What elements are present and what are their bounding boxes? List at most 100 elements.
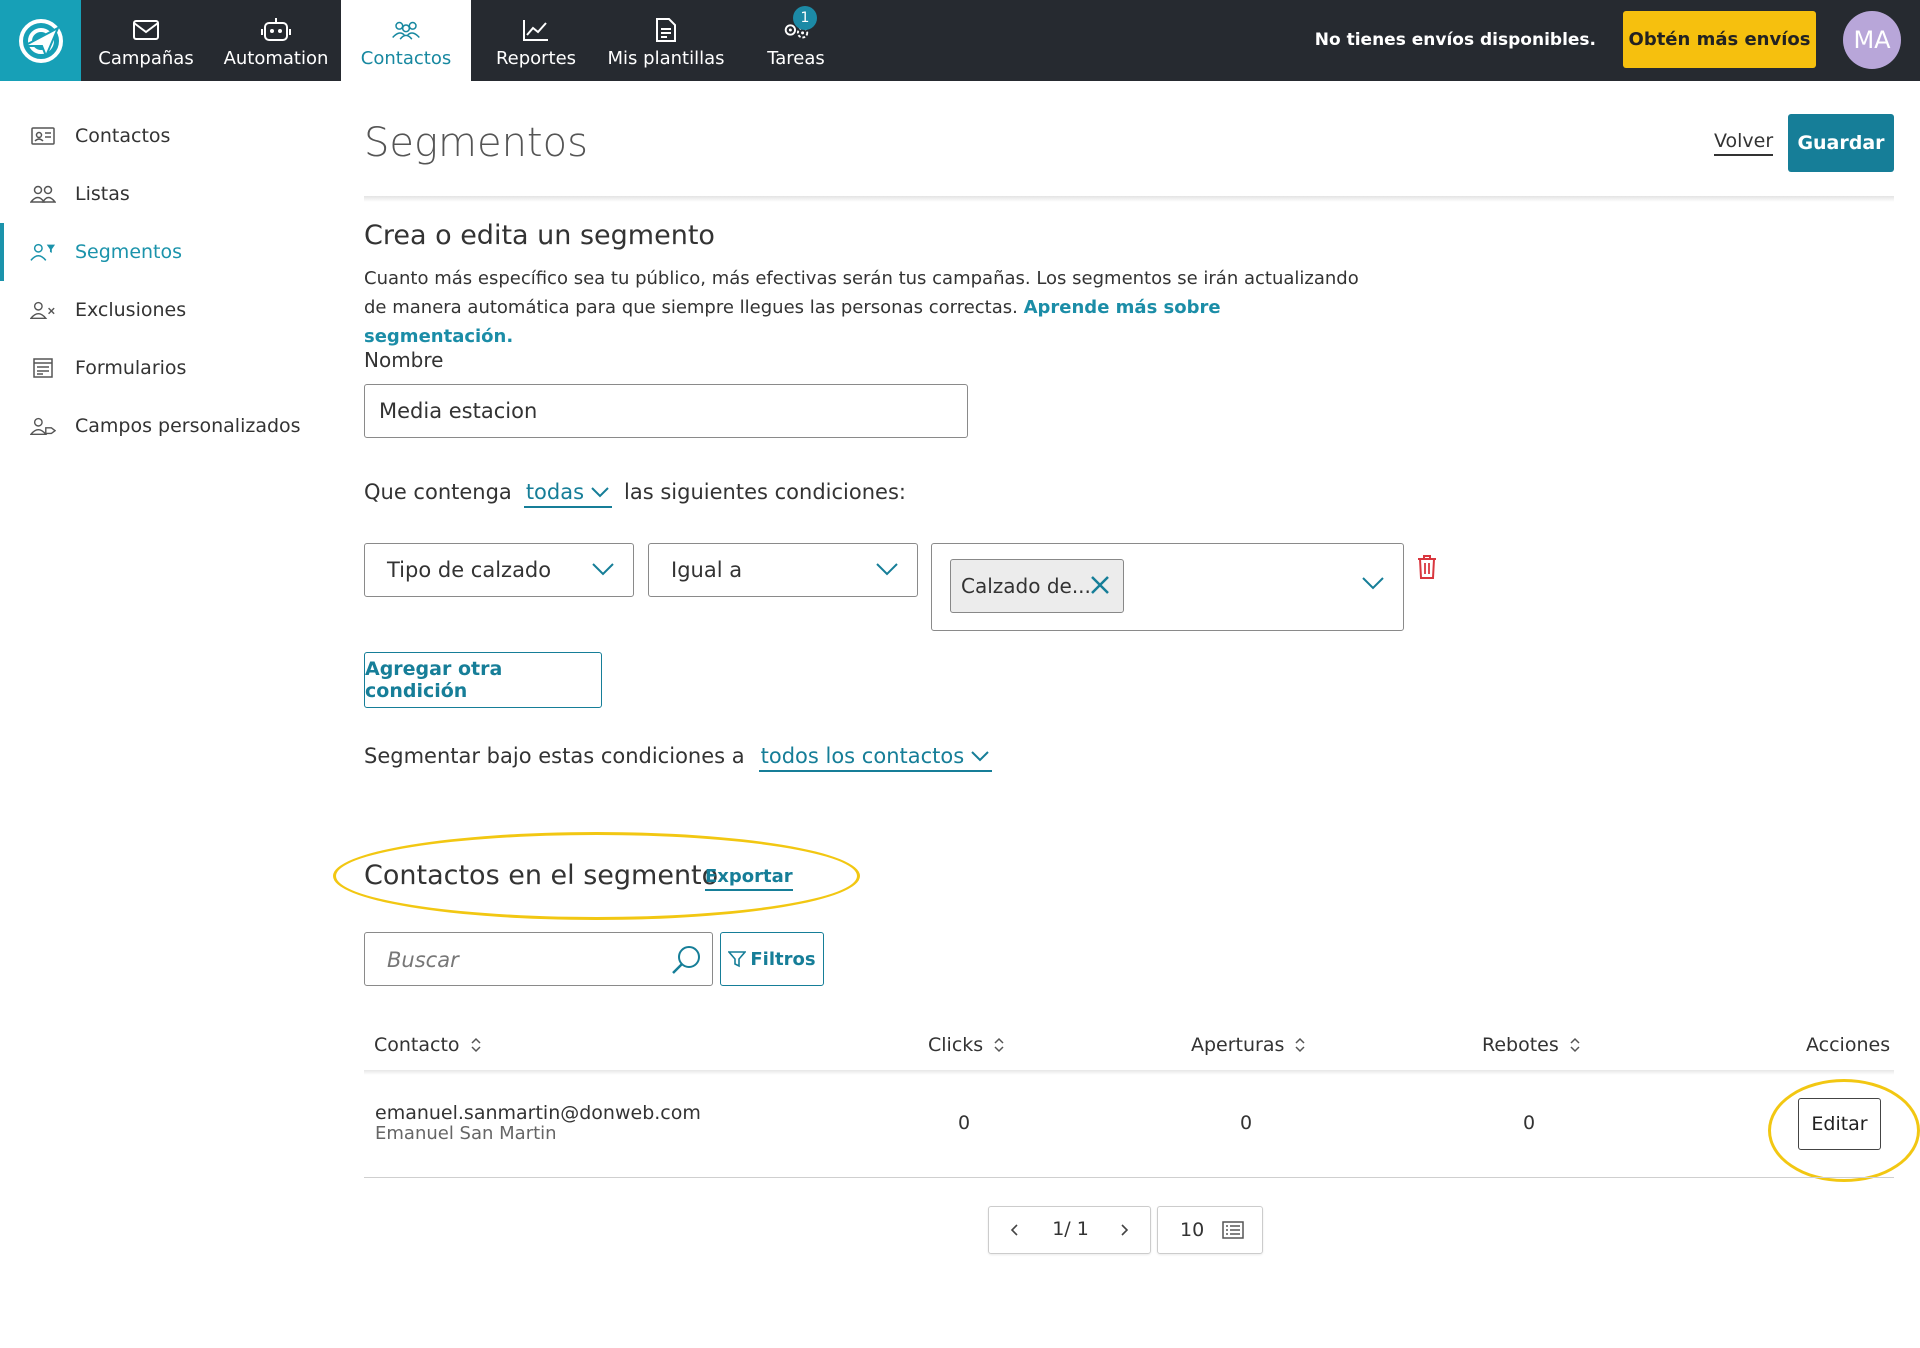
header-divider [364,196,1894,202]
edit-contact-button[interactable]: Editar [1798,1098,1881,1150]
sort-icon [1295,1037,1305,1053]
nav-label: Reportes [495,48,577,69]
user-avatar[interactable]: MA [1843,11,1901,69]
condition-field-select[interactable]: Tipo de calzado [364,543,634,597]
sidebar-item-campos-personalizados[interactable]: Campos personalizados [0,397,330,455]
sidebar-item-listas[interactable]: Listas [0,165,330,223]
top-navigation-bar: Campañas Automation Contactos Reportes M… [0,0,1920,81]
column-header-actions: Acciones [1806,1034,1890,1056]
filters-label: Filtros [750,948,816,970]
app-logo[interactable] [0,0,81,81]
contact-name: Emanuel San Martin [375,1123,557,1144]
nav-tareas[interactable]: 1 Tareas [731,0,861,81]
sidebar-item-label: Formularios [75,357,187,379]
selected-value-tag: Calzado de... [950,559,1124,613]
filters-button[interactable]: Filtros [720,932,824,986]
person-filter-icon [30,241,56,263]
row-divider [364,1177,1894,1178]
mail-icon [131,16,161,44]
tasks-count-badge: 1 [793,6,817,30]
sidebar-item-exclusiones[interactable]: Exclusiones [0,281,330,339]
nav-automation[interactable]: Automation [211,0,341,81]
search-input[interactable] [387,945,657,975]
trash-icon[interactable] [1416,554,1438,580]
people-icon [30,183,56,205]
search-icon[interactable] [670,944,702,976]
sort-icon [1570,1037,1580,1053]
match-type-value: todas [525,480,585,504]
sort-icon [994,1037,1004,1053]
column-header-opens[interactable]: Aperturas [1191,1034,1306,1056]
segment-scope-row: Segmentar bajo estas condiciones a todos … [364,744,993,772]
column-label: Aperturas [1191,1034,1285,1056]
page-size-select[interactable]: 10 [1157,1206,1263,1254]
nav-reportes[interactable]: Reportes [471,0,601,81]
column-label: Rebotes [1482,1034,1559,1056]
template-icon [651,16,681,44]
segment-name-input[interactable]: Media estacion [364,384,968,438]
chevron-down-icon [592,563,614,576]
opens-value: 0 [1240,1112,1253,1134]
page-title: Segmentos [364,120,588,166]
sidebar-item-label: Contactos [75,125,171,147]
person-x-icon [30,299,56,321]
chevron-right-icon[interactable] [1118,1219,1130,1241]
back-button[interactable]: Volver [1714,130,1774,156]
contact-email[interactable]: emanuel.sanmartin@donweb.com [375,1102,701,1124]
chevron-down-icon [1362,577,1384,590]
paper-plane-target-icon [18,18,63,63]
export-link[interactable]: Exportar [705,866,793,891]
form-icon [30,357,56,379]
sidebar-item-label: Campos personalizados [75,415,301,437]
nav-label: Mis plantillas [607,48,725,69]
close-icon[interactable] [1089,574,1111,596]
column-header-clicks[interactable]: Clicks [928,1034,1005,1056]
nav-mis-plantillas[interactable]: Mis plantillas [601,0,731,81]
tag-label: Calzado de... [961,574,1091,598]
scope-value: todos los contactos [760,744,965,768]
person-tag-icon [30,415,56,437]
nav-label: Contactos [360,48,452,69]
add-condition-button[interactable]: Agregar otra condición [364,652,602,708]
chevron-down-icon [591,487,609,498]
contact-card-icon [30,125,56,147]
nav-label: Campañas [98,48,194,69]
gears-icon: 1 [781,6,817,44]
save-button[interactable]: Guardar [1788,114,1894,172]
condition-operator-select[interactable]: Igual a [648,543,918,597]
nav-label: Automation [223,48,329,69]
column-header-bounces[interactable]: Rebotes [1482,1034,1581,1056]
match-conditions-row: Que contenga todas las siguientes condicio… [364,480,906,508]
chevron-down-icon [971,751,989,762]
section-description: Cuanto más específico sea tu público, má… [364,264,1364,351]
list-icon [1222,1221,1244,1239]
condition-field-value: Tipo de calzado [387,558,552,582]
match-type-dropdown[interactable]: todas [523,480,613,508]
match-suffix: las siguientes condiciones: [624,480,906,504]
clicks-value: 0 [958,1112,971,1134]
get-more-sends-button[interactable]: Obtén más envíos [1623,11,1816,68]
chevron-down-icon [876,563,898,576]
nav-contactos[interactable]: Contactos [341,0,471,81]
sidebar-item-label: Listas [75,183,130,205]
funnel-icon [728,951,747,968]
sidebar-item-label: Exclusiones [75,299,187,321]
condition-value-multiselect[interactable]: Calzado de... [931,543,1404,631]
sidebar-item-segmentos[interactable]: Segmentos [0,223,330,281]
column-header-contact[interactable]: Contacto [374,1034,482,1056]
scope-prefix: Segmentar bajo estas condiciones a [364,744,745,768]
sidebar-item-contactos[interactable]: Contactos [0,107,330,165]
column-label: Acciones [1806,1034,1891,1056]
scope-dropdown[interactable]: todos los contactos [758,744,993,772]
sidebar-item-label: Segmentos [75,241,183,263]
section-title: Crea o edita un segmento [364,220,715,251]
column-label: Contacto [374,1034,460,1056]
page-size-value: 10 [1180,1219,1205,1241]
nav-campanas[interactable]: Campañas [81,0,211,81]
pagination: 1/ 1 [988,1206,1151,1254]
sort-icon [471,1037,481,1053]
contacts-section-title: Contactos en el segmento [364,860,719,891]
bounces-value: 0 [1523,1112,1536,1134]
column-label: Clicks [928,1034,984,1056]
sidebar-item-formularios[interactable]: Formularios [0,339,330,397]
